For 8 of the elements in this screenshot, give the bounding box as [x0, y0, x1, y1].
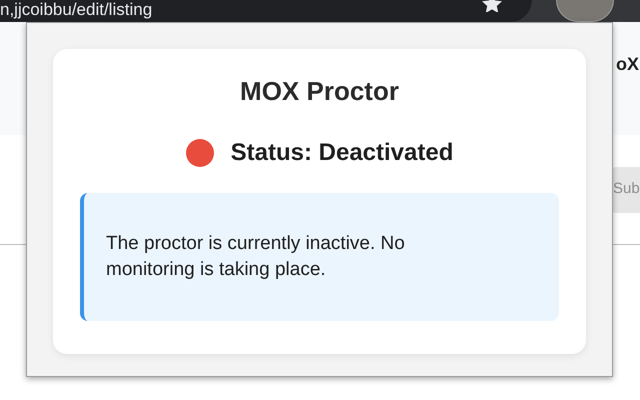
popup-title: MOX Proctor: [240, 75, 399, 108]
url-text: n,jjcoibbu/edit/listing: [0, 1, 152, 19]
avatar-icon[interactable]: [556, 0, 614, 22]
page-heading: oX: [616, 53, 639, 76]
status-label: Status: Deactivated: [230, 138, 454, 168]
address-bar[interactable]: n,jjcoibbu/edit/listing: [0, 0, 532, 22]
star-icon[interactable]: [482, 0, 502, 12]
notice-text: The proctor is currently inactive. No monitoring is taking place.: [106, 232, 406, 282]
